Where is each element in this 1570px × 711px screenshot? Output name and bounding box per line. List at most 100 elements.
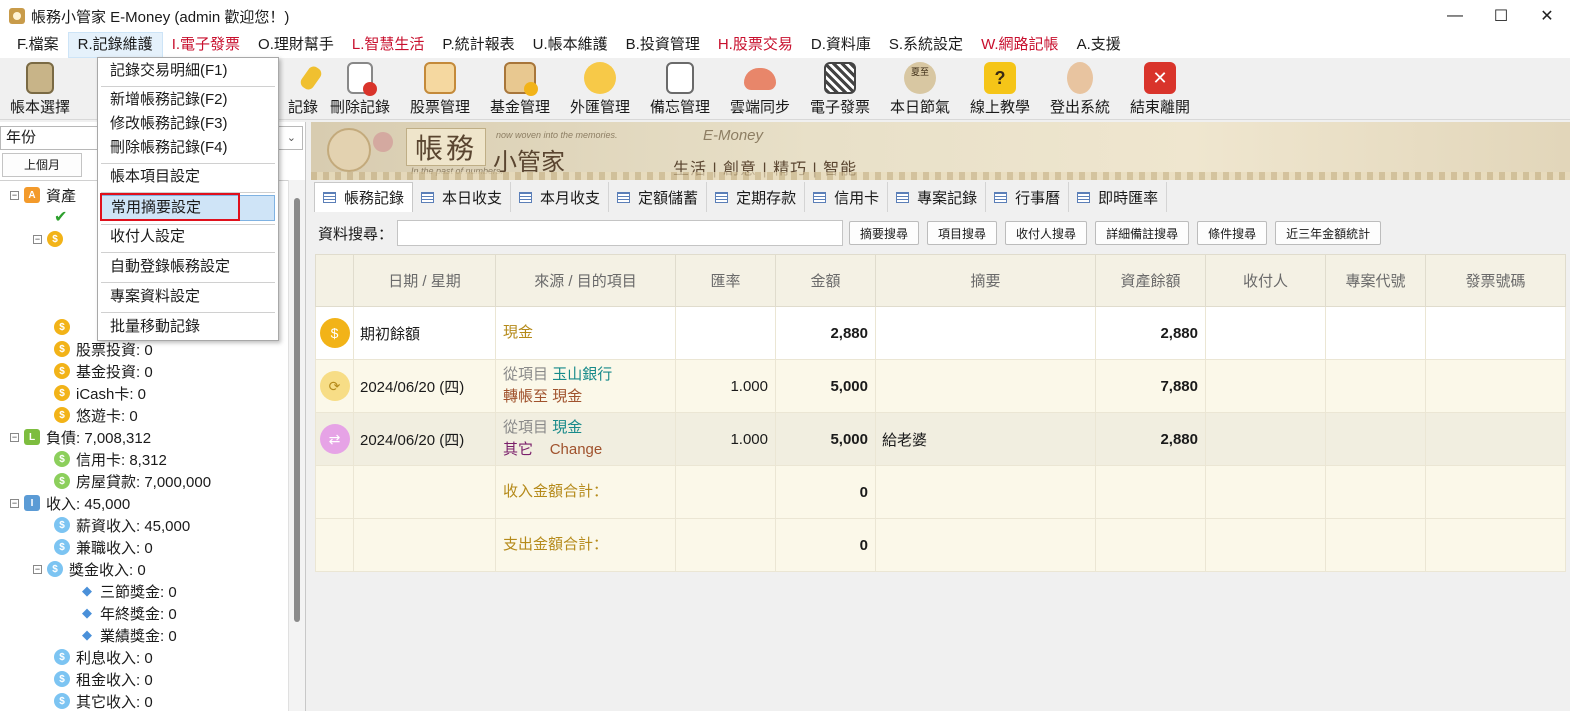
tree-item-bonus[interactable]: − $ 獎金收入: 0: [33, 558, 146, 580]
tree-item-fund[interactable]: $ 基金投資: 0: [54, 360, 153, 382]
tree-item-year-end-bonus[interactable]: ◆ 年終獎金: 0: [80, 602, 177, 624]
tree-item-liabilities[interactable]: − L 負債: 7,008,312: [10, 426, 151, 448]
table-row[interactable]: $ 期初餘額 現金 2,880 2,880: [315, 306, 1566, 360]
collapse-icon[interactable]: −: [33, 234, 42, 244]
condition-search-button[interactable]: 條件搜尋: [1197, 221, 1268, 245]
forex-manage-button[interactable]: 外匯管理: [567, 62, 633, 118]
exit-button[interactable]: ✕ 結束離開: [1127, 62, 1193, 118]
menu-investment[interactable]: B.投資管理: [617, 32, 709, 58]
tree-item-stock[interactable]: $ 股票投資: 0: [54, 338, 153, 360]
cloud-sync-button[interactable]: 雲端同步: [727, 62, 793, 118]
col-balance[interactable]: 資產餘額: [1095, 254, 1206, 307]
tab-table-icon: [994, 191, 1008, 203]
table-row[interactable]: ⇄ 2024/06/20 (四) 從項目 現金 其它 Change 1.000 …: [315, 412, 1566, 466]
menu-item-project-data[interactable]: 專案資料設定: [101, 286, 275, 308]
fund-manage-button[interactable]: 基金管理: [487, 62, 553, 118]
menu-item-payee-settings[interactable]: 收付人設定: [101, 226, 275, 248]
prev-month-button[interactable]: 上個月: [2, 153, 82, 177]
tab-project-records[interactable]: 專案記錄: [888, 182, 987, 212]
menu-item-batch-move[interactable]: 批量移動記錄: [101, 316, 275, 338]
col-icon[interactable]: [315, 254, 354, 307]
tree-item-other-income[interactable]: $ 其它收入: 0: [54, 690, 153, 711]
table-row[interactable]: ⟳ 2024/06/20 (四) 從項目 玉山銀行 轉帳至 現金 1.000 5…: [315, 359, 1566, 413]
income-total-label: 收入金額合計：: [495, 465, 676, 519]
item-search-button[interactable]: 項目搜尋: [927, 221, 998, 245]
tree-item-income[interactable]: − I 收入: 45,000: [10, 492, 130, 514]
tab-time-deposit[interactable]: 定期存款: [707, 182, 806, 212]
tree-item-festival-bonus[interactable]: ◆ 三節獎金: 0: [80, 580, 177, 602]
menu-item-auto-posting[interactable]: 自動登錄帳務設定: [101, 256, 275, 278]
tree-item-part-time[interactable]: $ 兼職收入: 0: [54, 536, 153, 558]
col-source[interactable]: 來源 / 目的項目: [495, 254, 676, 307]
menu-item-delete-record[interactable]: 刪除帳務記錄(F4): [101, 137, 275, 159]
col-memo[interactable]: 摘要: [875, 254, 1096, 307]
tree-item-easycard[interactable]: $ 悠遊卡: 0: [54, 404, 138, 426]
delete-record-button[interactable]: 刪除記錄: [327, 62, 393, 118]
menu-file[interactable]: F.檔案: [8, 32, 68, 58]
tree-item-interest[interactable]: $ 利息收入: 0: [54, 646, 153, 668]
menu-smart-life[interactable]: L.智慧生活: [343, 32, 434, 58]
col-invoice[interactable]: 發票號碼: [1425, 254, 1566, 307]
menu-item-ledger-items[interactable]: 帳本項目設定: [101, 166, 275, 188]
online-tutorial-button[interactable]: ? 線上教學: [967, 62, 1033, 118]
tab-today-balance[interactable]: 本日收支: [413, 182, 512, 212]
tree-scrollbar[interactable]: [288, 180, 305, 711]
tree-item-rent[interactable]: $ 租金收入: 0: [54, 668, 153, 690]
menu-support[interactable]: A.支援: [1068, 32, 1130, 58]
menu-item-record-detail[interactable]: 記錄交易明細(F1): [101, 60, 275, 82]
stock-manage-button[interactable]: 股票管理: [407, 62, 473, 118]
cell-amount: 2,880: [775, 306, 876, 360]
e-invoice-button[interactable]: 電子發票: [807, 62, 873, 118]
menu-database[interactable]: D.資料庫: [802, 32, 880, 58]
close-icon[interactable]: ✕: [1524, 0, 1570, 32]
tab-exchange-rate[interactable]: 即時匯率: [1069, 182, 1168, 212]
menu-online-ledger[interactable]: W.網路記帳: [972, 32, 1068, 58]
tab-ledger-records[interactable]: 帳務記錄: [314, 182, 414, 212]
tree-item-checked[interactable]: ✔: [54, 206, 71, 228]
scrollbar-thumb[interactable]: [294, 198, 300, 622]
tab-calendar[interactable]: 行事曆: [986, 182, 1070, 212]
menu-record-maintenance[interactable]: R.記錄維護: [67, 32, 163, 58]
menu-stock-trading[interactable]: H.股票交易: [709, 32, 802, 58]
menu-system-settings[interactable]: S.系統設定: [880, 32, 972, 58]
col-project[interactable]: 專案代號: [1325, 254, 1426, 307]
tree-item-mortgage[interactable]: $ 房屋貸款: 7,000,000: [54, 470, 211, 492]
collapse-icon[interactable]: −: [10, 432, 19, 442]
tree-item-assets[interactable]: − A 資產: [10, 184, 76, 206]
ledger-select-button[interactable]: 帳本選擇: [5, 62, 75, 118]
tree-item-collapsed[interactable]: − $: [33, 228, 69, 250]
col-amount[interactable]: 金額: [775, 254, 876, 307]
maximize-icon[interactable]: ☐: [1478, 0, 1524, 32]
three-year-stats-button[interactable]: 近三年金額統計: [1275, 221, 1382, 245]
detail-note-search-button[interactable]: 詳細備註搜尋: [1095, 221, 1190, 245]
tree-item-performance-bonus[interactable]: ◆ 業績獎金: 0: [80, 624, 177, 646]
menu-e-invoice[interactable]: I.電子發票: [163, 32, 249, 58]
minimize-icon[interactable]: —: [1432, 0, 1478, 32]
tree-item-salary[interactable]: $ 薪資收入: 45,000: [54, 514, 190, 536]
memo-manage-button[interactable]: 備忘管理: [647, 62, 713, 118]
menu-item-add-record[interactable]: 新增帳務記錄(F2): [101, 89, 275, 111]
tree-item-credit-card[interactable]: $ 信用卡: 8,312: [54, 448, 167, 470]
menu-finance-helper[interactable]: O.理財幫手: [249, 32, 343, 58]
col-rate[interactable]: 匯率: [675, 254, 776, 307]
menu-reports[interactable]: P.統計報表: [433, 32, 523, 58]
tree-item-icash[interactable]: $ iCash卡: 0: [54, 382, 146, 404]
tab-month-balance[interactable]: 本月收支: [511, 182, 610, 212]
logout-button[interactable]: 登出系統: [1047, 62, 1113, 118]
cell-memo: 給老婆: [875, 412, 1096, 466]
tab-label: 即時匯率: [1098, 189, 1159, 207]
collapse-icon[interactable]: −: [10, 190, 19, 200]
tab-fixed-savings[interactable]: 定額儲蓄: [609, 182, 708, 212]
search-input[interactable]: [397, 220, 844, 246]
collapse-icon[interactable]: −: [10, 498, 19, 508]
payee-search-button[interactable]: 收付人搜尋: [1005, 221, 1088, 245]
menu-ledger-maintenance[interactable]: U.帳本維護: [524, 32, 617, 58]
col-payee[interactable]: 收付人: [1205, 254, 1326, 307]
tree-item-hidden[interactable]: $: [54, 316, 76, 338]
menu-item-edit-record[interactable]: 修改帳務記錄(F3): [101, 113, 275, 135]
collapse-icon[interactable]: −: [33, 564, 42, 574]
memo-search-button[interactable]: 摘要搜尋: [849, 221, 920, 245]
col-date[interactable]: 日期 / 星期: [353, 254, 496, 307]
solar-term-button[interactable]: 夏至 本日節氣: [887, 62, 953, 118]
tab-credit-card[interactable]: 信用卡: [805, 182, 889, 212]
